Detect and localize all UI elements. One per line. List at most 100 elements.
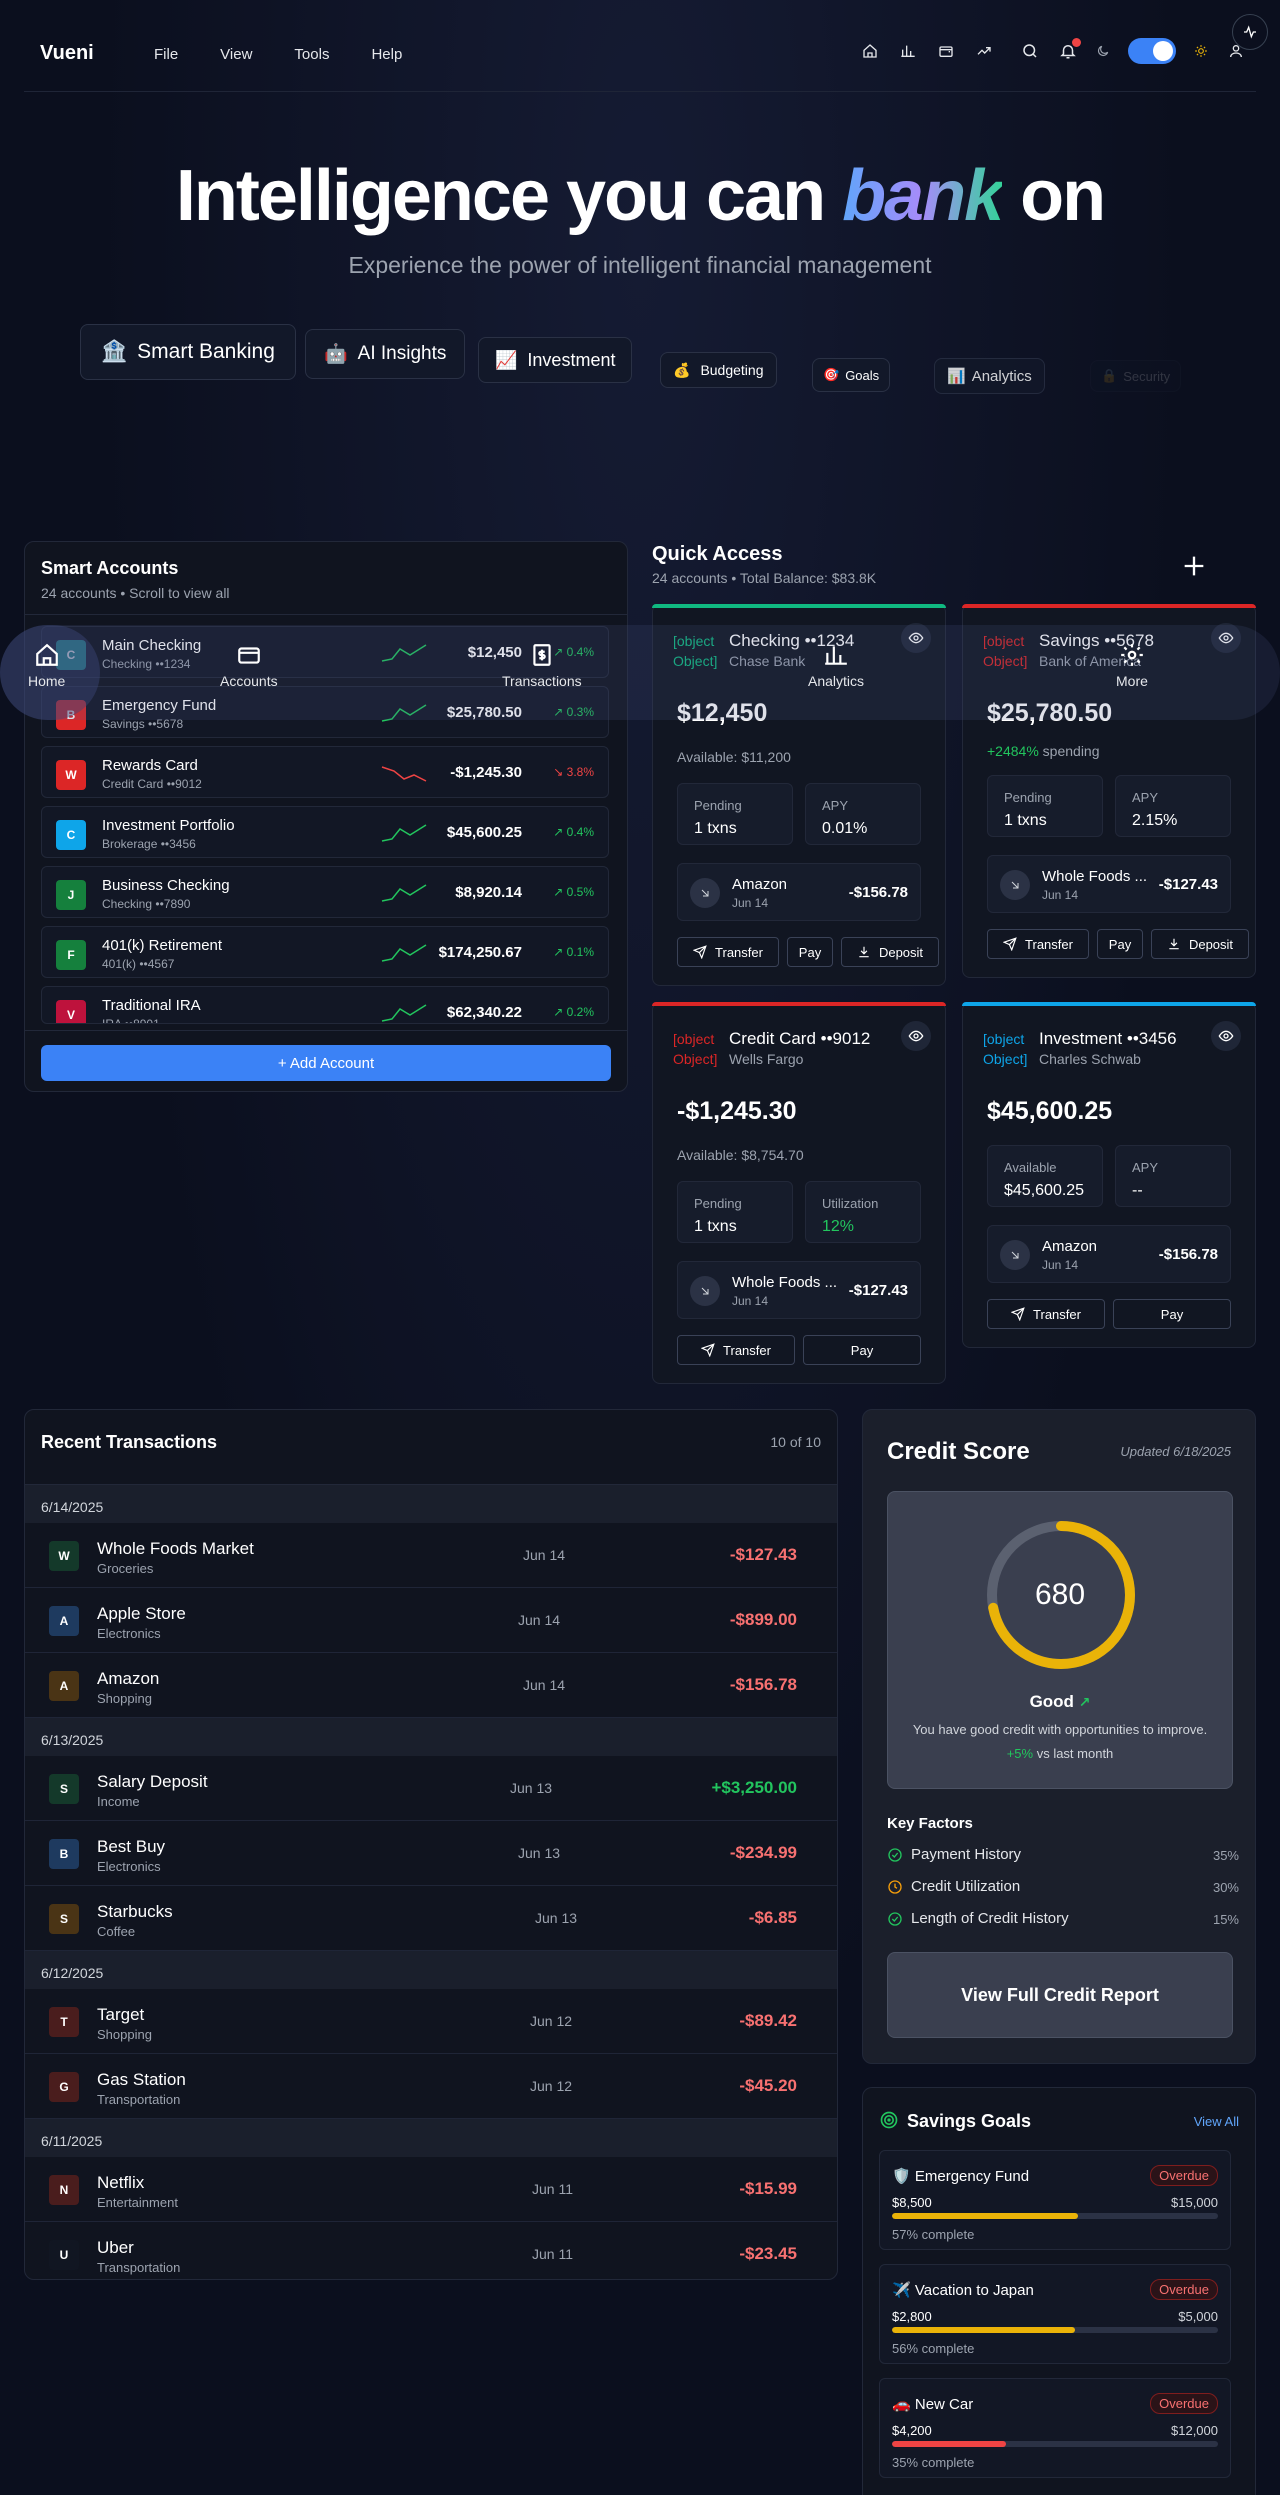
bar-chart-icon[interactable] [898,41,918,61]
transaction-row[interactable]: S Salary Deposit Income Jun 13 +$3,250.0… [25,1756,837,1821]
transaction-row[interactable]: A Amazon Shopping Jun 14 -$156.78 [25,1653,837,1718]
arrow-down-right-icon [1000,870,1030,900]
card-stat: Pending 1 txns [987,775,1103,837]
transaction-row[interactable]: S Starbucks Coffee Jun 13 -$6.85 [25,1886,837,1951]
sparkline [381,884,427,902]
chip-security[interactable]: 🔒 Security [1090,360,1182,392]
chip-investment[interactable]: 📈 Investment [478,337,633,383]
send-icon [1003,937,1017,951]
bottom-nav-accounts[interactable]: Accounts [220,637,278,689]
chip-label: Analytics [971,367,1032,385]
menu-tools[interactable]: Tools [294,46,329,63]
quick-access-subtitle: 24 accounts • Total Balance: $83.8K [652,570,877,586]
menu-help[interactable]: Help [371,46,402,63]
savings-goal[interactable]: 🚗 New Car Overdue $4,200 $12,000 35% com… [879,2378,1231,2478]
app-logo[interactable]: Vueni [40,42,94,65]
add-quick-button[interactable] [1180,552,1208,580]
btn-label: Deposit [1188,936,1234,952]
goal-icon: 🛡️ [892,2168,911,2185]
nav-label: More [1116,673,1148,689]
transfer-button[interactable]: Transfer [677,1335,795,1365]
transaction-row[interactable]: U Uber Transportation Jun 11 -$23.45 [25,2222,837,2279]
bank-icon: 🏦 [101,340,128,363]
quick-access-title: Quick Access [652,543,783,565]
card-stat: Utilization 12% [805,1181,921,1243]
transaction-row[interactable]: N Netflix Entertainment Jun 11 -$15.99 [25,2157,837,2222]
bottom-nav-analytics[interactable]: Analytics [808,637,864,689]
pay-button[interactable]: Pay [1097,929,1143,959]
transaction-row[interactable]: A Apple Store Electronics Jun 14 -$899.0… [25,1588,837,1653]
txn-name: Whole Foods ... [732,1274,838,1291]
pay-button[interactable]: Pay [803,1335,921,1365]
card-recent-txn[interactable]: Whole Foods ... Jun 14 -$127.43 [677,1261,921,1319]
key-factors-title: Key Factors [887,1815,973,1832]
bell-icon[interactable] [1058,38,1081,61]
change-value: 0.1% [566,945,594,959]
menu-view[interactable]: View [220,46,252,63]
stat-value: 0.01% [822,820,868,837]
add-account-button[interactable]: + Add Account [41,1045,611,1081]
trend-up-icon: ↗ [553,945,564,959]
pay-button[interactable]: Pay [1113,1299,1231,1329]
account-sub: Credit Card ••9012 [102,777,202,791]
wallet-icon[interactable] [936,41,956,61]
score-card: 680 Good ↗ You have good credit with opp… [887,1491,1233,1789]
transfer-button[interactable]: Transfer [987,1299,1105,1329]
account-row[interactable]: C Investment Portfolio Brokerage ••3456 … [41,806,609,858]
toggle-visibility-button[interactable] [901,1021,931,1051]
transaction-row[interactable]: T Target Shopping Jun 12 -$89.42 [25,1989,837,2054]
account-row[interactable]: W Rewards Card Credit Card ••9012 -$1,24… [41,746,609,798]
pay-button[interactable]: Pay [787,937,833,967]
card-recent-txn[interactable]: Amazon Jun 14 -$156.78 [987,1225,1231,1283]
account-balance: $62,340.22 [446,1004,522,1021]
chip-analytics[interactable]: 📊 Analytics [934,358,1045,394]
merchant-name: Netflix [97,2173,145,2192]
arrow-down-right-icon [1000,1240,1030,1270]
theme-toggle[interactable] [1128,38,1176,64]
goal-percent: 35% complete [892,2455,975,2470]
merchant-category: Electronics [97,1626,161,1641]
bottom-nav-more[interactable]: More [1116,637,1148,689]
bottom-nav-transactions[interactable]: Transactions [502,637,582,689]
menu-file[interactable]: File [154,46,178,63]
transaction-date-header: 6/11/2025 [25,2119,837,2157]
txn-name: Amazon [1042,1238,1098,1255]
card-recent-txn[interactable]: Whole Foods ... Jun 14 -$127.43 [987,855,1231,913]
account-card[interactable]: [object Object] Credit Card ••9012 Wells… [652,1002,946,1384]
transaction-row[interactable]: G Gas Station Transportation Jun 12 -$45… [25,2054,837,2119]
divider [25,1030,627,1031]
sparkline [381,944,427,962]
transfer-button[interactable]: Transfer [677,937,779,967]
activity-button[interactable] [1232,14,1268,50]
plus-icon [1184,556,1204,576]
stat-label: APY [822,798,849,813]
savings-goal[interactable]: ✈️ Vacation to Japan Overdue $2,800 $5,0… [879,2264,1231,2364]
transaction-row[interactable]: B Best Buy Electronics Jun 13 -$234.99 [25,1821,837,1886]
view-credit-report-button[interactable]: View Full Credit Report [887,1952,1233,2038]
savings-goal[interactable]: 🛡️ Emergency Fund Overdue $8,500 $15,000… [879,2150,1231,2250]
chip-smart-banking[interactable]: 🏦 Smart Banking [80,324,296,380]
account-row[interactable]: F 401(k) Retirement 401(k) ••4567 $174,2… [41,926,609,978]
factor-name: Payment History [911,1846,1022,1863]
bottom-nav-home[interactable]: Home [28,637,65,689]
goal-name: New Car [914,2396,974,2413]
toggle-visibility-button[interactable] [1211,1021,1241,1051]
card-recent-txn[interactable]: Amazon Jun 14 -$156.78 [677,863,921,921]
txn-date: Jun 14 [1042,1258,1079,1272]
sparkline [381,1004,427,1022]
account-card[interactable]: [object Object] Investment ••3456 Charle… [962,1002,1256,1348]
chip-ai-insights[interactable]: 🤖 AI Insights [305,329,466,379]
trending-up-icon[interactable] [974,41,994,61]
deposit-button[interactable]: Deposit [841,937,939,967]
account-row[interactable]: J Business Checking Checking ••7890 $8,9… [41,866,609,918]
transaction-row[interactable]: W Whole Foods Market Groceries Jun 14 -$… [25,1523,837,1588]
chip-budgeting[interactable]: 💰 Budgeting [660,352,777,388]
home-icon[interactable] [860,41,880,61]
transfer-button[interactable]: Transfer [987,929,1089,959]
merchant-name: Uber [97,2238,134,2257]
search-icon[interactable] [1020,41,1040,61]
account-row[interactable]: V Traditional IRA IRA ••8901 $62,340.22 … [41,986,609,1024]
view-all-goals-link[interactable]: View All [1194,2114,1239,2129]
deposit-button[interactable]: Deposit [1151,929,1249,959]
chip-goals[interactable]: 🎯 Goals [812,358,891,392]
